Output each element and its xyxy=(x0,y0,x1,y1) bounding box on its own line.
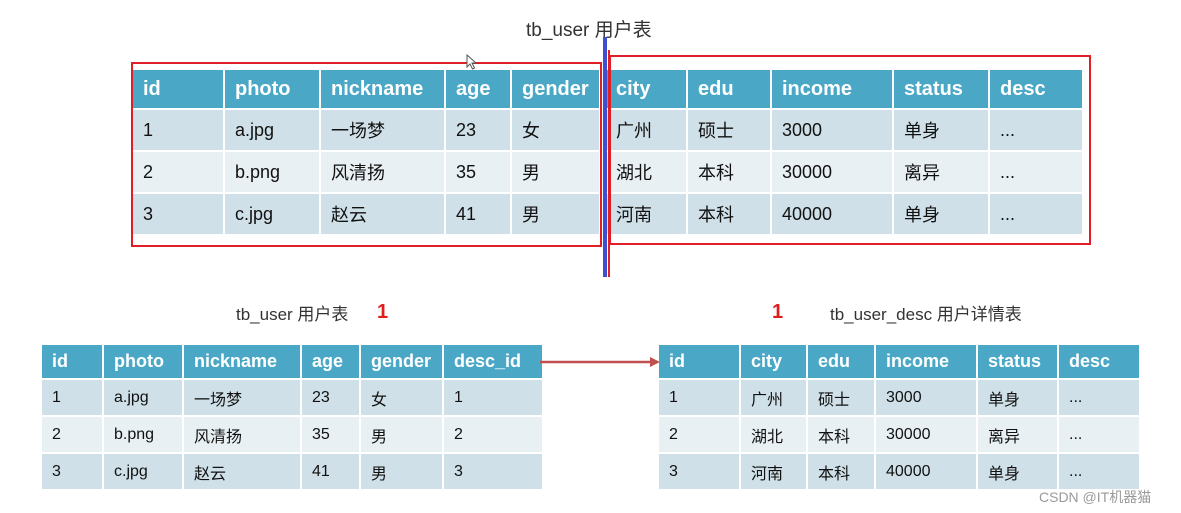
table-row: 1 a.jpg 一场梦 23 女 1 xyxy=(42,380,542,415)
table-cell: 离异 xyxy=(978,417,1057,452)
table-row: 1 广州 硕士 3000 单身 ... xyxy=(659,380,1139,415)
mouse-cursor-icon xyxy=(466,54,478,70)
table-cell: 男 xyxy=(361,417,442,452)
table-cell: 河南 xyxy=(741,454,806,489)
table-cell: 单身 xyxy=(978,454,1057,489)
table-cell: 1 xyxy=(659,380,739,415)
column-header: gender xyxy=(361,345,442,378)
column-header: desc xyxy=(1059,345,1139,378)
table-cell: 本科 xyxy=(808,454,874,489)
table-cell: 赵云 xyxy=(184,454,300,489)
bottom-right-caption: tb_user_desc 用户详情表 xyxy=(830,305,1022,324)
foreign-key-arrow-icon xyxy=(540,357,660,367)
cardinality-label-left: 1 xyxy=(377,301,389,323)
table-header-row: id photo nickname age gender desc_id xyxy=(42,345,542,378)
column-header: id xyxy=(659,345,739,378)
table-cell: 2 xyxy=(659,417,739,452)
table-row: 3 c.jpg 赵云 41 男 3 xyxy=(42,454,542,489)
table-cell: 湖北 xyxy=(741,417,806,452)
table-header-row: id city edu income status desc xyxy=(659,345,1139,378)
column-header: income xyxy=(876,345,976,378)
highlight-box-detail-columns xyxy=(609,55,1091,245)
table-cell: 1 xyxy=(444,380,542,415)
table-cell: c.jpg xyxy=(104,454,182,489)
table-cell: 本科 xyxy=(808,417,874,452)
top-table-caption: tb_user 用户表 xyxy=(526,20,652,41)
table-cell: b.png xyxy=(104,417,182,452)
table-cell: 单身 xyxy=(978,380,1057,415)
table-row: 2 b.png 风清扬 35 男 2 xyxy=(42,417,542,452)
table-cell: 3000 xyxy=(876,380,976,415)
highlight-box-basic-columns xyxy=(131,62,602,247)
table-cell: 40000 xyxy=(876,454,976,489)
table-cell: 1 xyxy=(42,380,102,415)
column-header: id xyxy=(42,345,102,378)
table-cell: 2 xyxy=(42,417,102,452)
table-cell: ... xyxy=(1059,380,1139,415)
column-header: city xyxy=(741,345,806,378)
table-cell: 23 xyxy=(302,380,359,415)
table-cell: 女 xyxy=(361,380,442,415)
column-header: edu xyxy=(808,345,874,378)
column-header: status xyxy=(978,345,1057,378)
table-cell: 3 xyxy=(42,454,102,489)
table-row: 2 湖北 本科 30000 离异 ... xyxy=(659,417,1139,452)
table-cell: a.jpg xyxy=(104,380,182,415)
column-header: nickname xyxy=(184,345,300,378)
table-cell: 30000 xyxy=(876,417,976,452)
table-cell: 一场梦 xyxy=(184,380,300,415)
table-cell: 风清扬 xyxy=(184,417,300,452)
bottom-left-caption: tb_user 用户表 xyxy=(236,305,349,324)
table-cell: 35 xyxy=(302,417,359,452)
table-cell: 广州 xyxy=(741,380,806,415)
cardinality-label-right: 1 xyxy=(772,301,784,323)
table-cell: ... xyxy=(1059,417,1139,452)
table-cell: 2 xyxy=(444,417,542,452)
table-cell: 3 xyxy=(659,454,739,489)
table-row: 3 河南 本科 40000 单身 ... xyxy=(659,454,1139,489)
table-cell: 硕士 xyxy=(808,380,874,415)
bottom-user-desc-table: id city edu income status desc 1 广州 硕士 3… xyxy=(657,343,1141,491)
column-header: photo xyxy=(104,345,182,378)
table-cell: 男 xyxy=(361,454,442,489)
vertical-split-line xyxy=(603,37,607,277)
column-header: desc_id xyxy=(444,345,542,378)
watermark: CSDN @IT机器猫 xyxy=(1039,489,1152,505)
table-cell: 3 xyxy=(444,454,542,489)
column-header: age xyxy=(302,345,359,378)
table-cell: 41 xyxy=(302,454,359,489)
bottom-user-table: id photo nickname age gender desc_id 1 a… xyxy=(40,343,544,491)
table-cell: ... xyxy=(1059,454,1139,489)
split-line-red-edge xyxy=(608,50,610,277)
